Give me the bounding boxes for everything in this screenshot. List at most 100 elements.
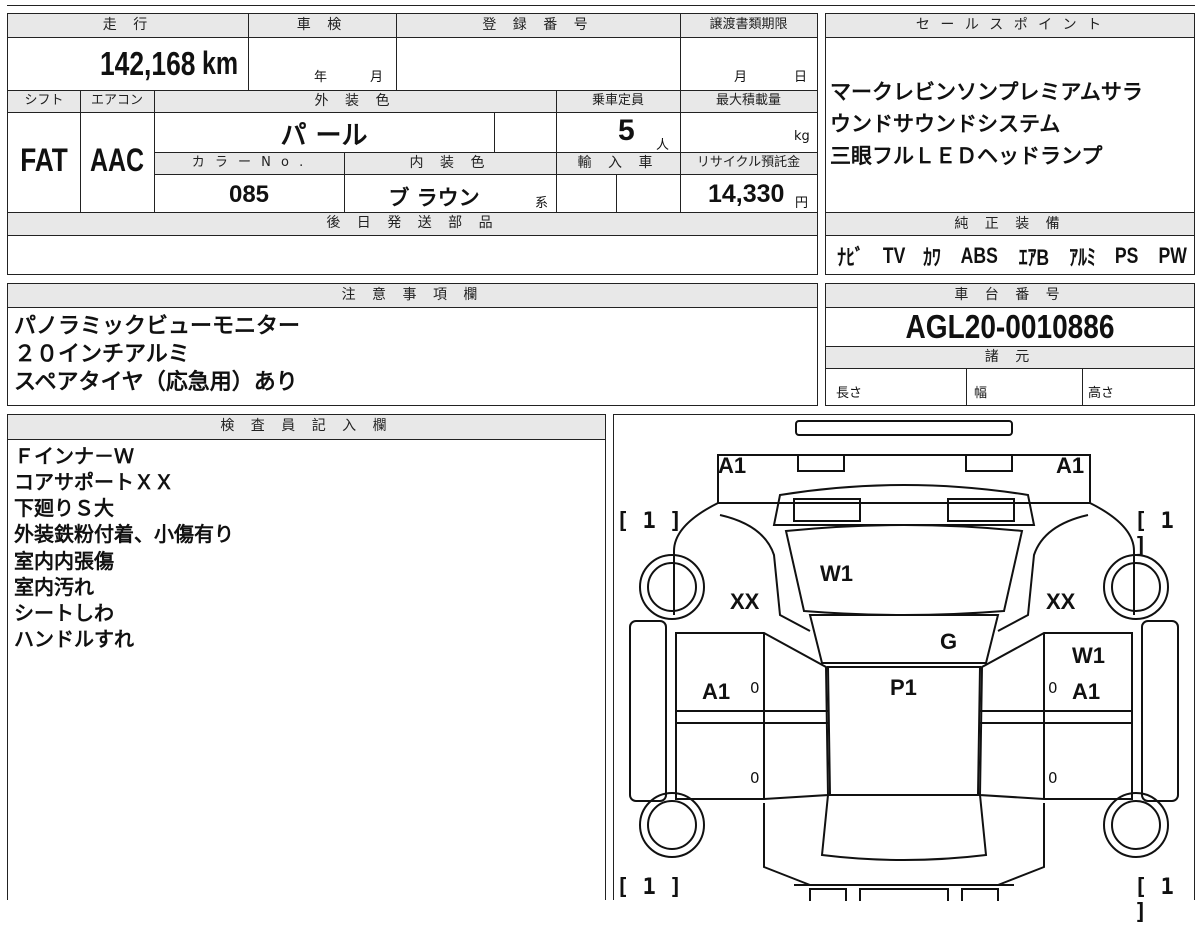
mark-zero-4: 0 xyxy=(1048,769,1058,787)
recycle-unit: 円 xyxy=(795,196,809,211)
width-label: 幅 xyxy=(974,386,988,401)
tire-rear-left: [ 1 ] xyxy=(616,875,683,900)
recycle-label: リサイクル預託金 xyxy=(696,155,801,170)
grid-line xyxy=(8,439,605,440)
grid-line xyxy=(1082,368,1083,405)
tire-front-left: [ 1 ] xyxy=(616,509,683,534)
transfer-day: 日 xyxy=(794,70,808,85)
mark-door-left: A1 xyxy=(702,679,731,704)
mark-zero-3: 0 xyxy=(750,769,760,787)
transfer-month: 月 xyxy=(734,70,748,85)
inspector-line-2: コアサポートＸＸ xyxy=(14,470,174,494)
exterior-color-value: パ ール xyxy=(280,121,368,151)
recycle-value: 14,330 xyxy=(708,180,785,208)
sales-point-line-3: 三眼フルＬＥＤヘッドランプ xyxy=(830,144,1103,168)
notes-line-3: スペアタイヤ（応急用）あり xyxy=(14,370,298,395)
grid-line xyxy=(154,90,155,212)
inspector-box: 検 査 員 記 入 欄 Ｆインナ－Ｗ コアサポートＸＸ 下廻りＳ大 外装鉄粉付着… xyxy=(7,414,606,900)
grid-line xyxy=(154,174,817,175)
chassis-number: AGL20-0010886 xyxy=(905,308,1115,345)
grid-line xyxy=(8,37,817,38)
load-unit: kg xyxy=(794,129,810,144)
equip-tv: TV xyxy=(882,243,906,268)
later-parts-label: 後 日 発 送 部 品 xyxy=(326,215,499,231)
mileage-value-cell: 142,168 km xyxy=(8,37,248,90)
chassis-header: 車 台 番 号 xyxy=(826,284,1194,307)
mileage-value: 142,168 xyxy=(100,45,196,82)
transfer-deadline-label: 譲渡書類期限 xyxy=(709,17,788,32)
equip-leather: ｶﾜ xyxy=(923,245,941,270)
height-label: 高さ xyxy=(1088,386,1115,401)
notes-box: 注 意 事 項 欄 パノラミックビューモニター ２０インチアルミ スペアタイヤ（… xyxy=(7,283,818,406)
mileage-label: 走 行 xyxy=(102,17,154,33)
equip-abs: ABS xyxy=(960,243,998,268)
grid-line xyxy=(966,368,967,405)
interior-color-label: 内 装 色 xyxy=(409,155,491,171)
notes-header: 注 意 事 項 欄 xyxy=(8,284,817,307)
grid-line xyxy=(396,14,397,90)
inspector-line-6: 室内汚れ xyxy=(14,575,94,599)
aircon-label: エアコン xyxy=(90,93,143,108)
capacity-label: 乗車定員 xyxy=(591,93,644,108)
genuine-equipment-header: 純 正 装 備 xyxy=(826,213,1194,235)
length-label: 長さ xyxy=(836,386,863,401)
grid-line xyxy=(494,112,495,152)
car-outline-diagram xyxy=(629,420,1179,901)
interior-color-value: ブ ラウン xyxy=(388,186,480,210)
equip-navi: ﾅﾋﾞ xyxy=(837,245,864,270)
sales-point-header: セ ー ル ス ポ イ ン ト xyxy=(826,14,1194,37)
mark-fender-right: XX xyxy=(1046,589,1076,614)
color-no-label: カ ラ ー N o . xyxy=(191,155,307,170)
grid-line xyxy=(8,307,817,308)
chassis-box: 車 台 番 号 AGL20-0010886 諸 元 長さ 幅 高さ xyxy=(825,283,1195,406)
mark-front-left: A1 xyxy=(718,453,747,478)
grid-line xyxy=(826,235,1194,236)
grid-line xyxy=(616,174,617,212)
shaken-month: 月 xyxy=(370,70,384,85)
spec-header: 諸 元 xyxy=(826,347,1194,368)
inspector-line-5: 室内内張傷 xyxy=(14,549,114,573)
notes-line-1: パノラミックビューモニター xyxy=(14,314,301,339)
color-no-value: 085 xyxy=(228,181,270,208)
tire-rear-right: [ 1 ] xyxy=(1134,875,1174,925)
mark-front-right: A1 xyxy=(1056,453,1085,478)
equip-airbag: ｴｱB xyxy=(1019,245,1050,270)
grid-line xyxy=(8,212,817,213)
grid-line xyxy=(80,90,81,212)
sales-point-line-2: ウンドサウンドシステム xyxy=(830,112,1061,136)
mark-door-right-w: W1 xyxy=(1072,643,1105,668)
import-label: 輸 入 車 xyxy=(577,155,659,171)
mark-windshield: W1 xyxy=(820,561,853,586)
grid-line xyxy=(154,152,817,153)
shift-value-cell: FAT xyxy=(8,112,80,212)
damage-diagram-box: A1 A1 W1 XX XX G W1 A1 P1 A1 0 0 0 0 [ 1… xyxy=(613,414,1195,925)
grid-line xyxy=(556,90,557,212)
tire-front-right: [ 1 ] xyxy=(1134,509,1174,559)
inspector-line-7: シートしわ xyxy=(14,601,114,625)
mark-roof: P1 xyxy=(890,675,917,700)
grid-line xyxy=(826,37,1194,38)
mark-zero-1: 0 xyxy=(750,679,760,697)
shaken-label: 車 検 xyxy=(296,17,348,33)
mark-zero-2: 0 xyxy=(1048,679,1058,697)
inspector-line-1: Ｆインナ－Ｗ xyxy=(14,444,134,468)
shift-label: シフト xyxy=(24,93,64,108)
mark-fender-left: XX xyxy=(730,589,760,614)
grid-line xyxy=(8,112,817,113)
top-edge-strip xyxy=(7,0,1195,6)
vehicle-info-table: 走 行 車 検 登 録 番 号 譲渡書類期限 142,168 km 年 月 月 … xyxy=(7,13,818,275)
shift-value: FAT xyxy=(20,142,68,178)
grid-line xyxy=(8,90,817,91)
grid-line xyxy=(826,368,1194,369)
grid-line xyxy=(248,14,249,90)
notes-line-2: ２０インチアルミ xyxy=(14,342,190,367)
grid-line xyxy=(680,14,681,212)
max-load-label: 最大積載量 xyxy=(715,93,781,108)
grid-line xyxy=(344,152,345,212)
equip-alloy: ｱﾙﾐ xyxy=(1069,245,1096,270)
mark-g: G xyxy=(940,629,958,654)
mark-door-right: A1 xyxy=(1072,679,1101,704)
sales-point-box: セ ー ル ス ポ イ ン ト マークレビンソンプレミアムサラ ウンドサウンドシ… xyxy=(825,13,1195,275)
equip-ps: PS xyxy=(1115,243,1139,268)
registration-label: 登 録 番 号 xyxy=(482,17,594,33)
